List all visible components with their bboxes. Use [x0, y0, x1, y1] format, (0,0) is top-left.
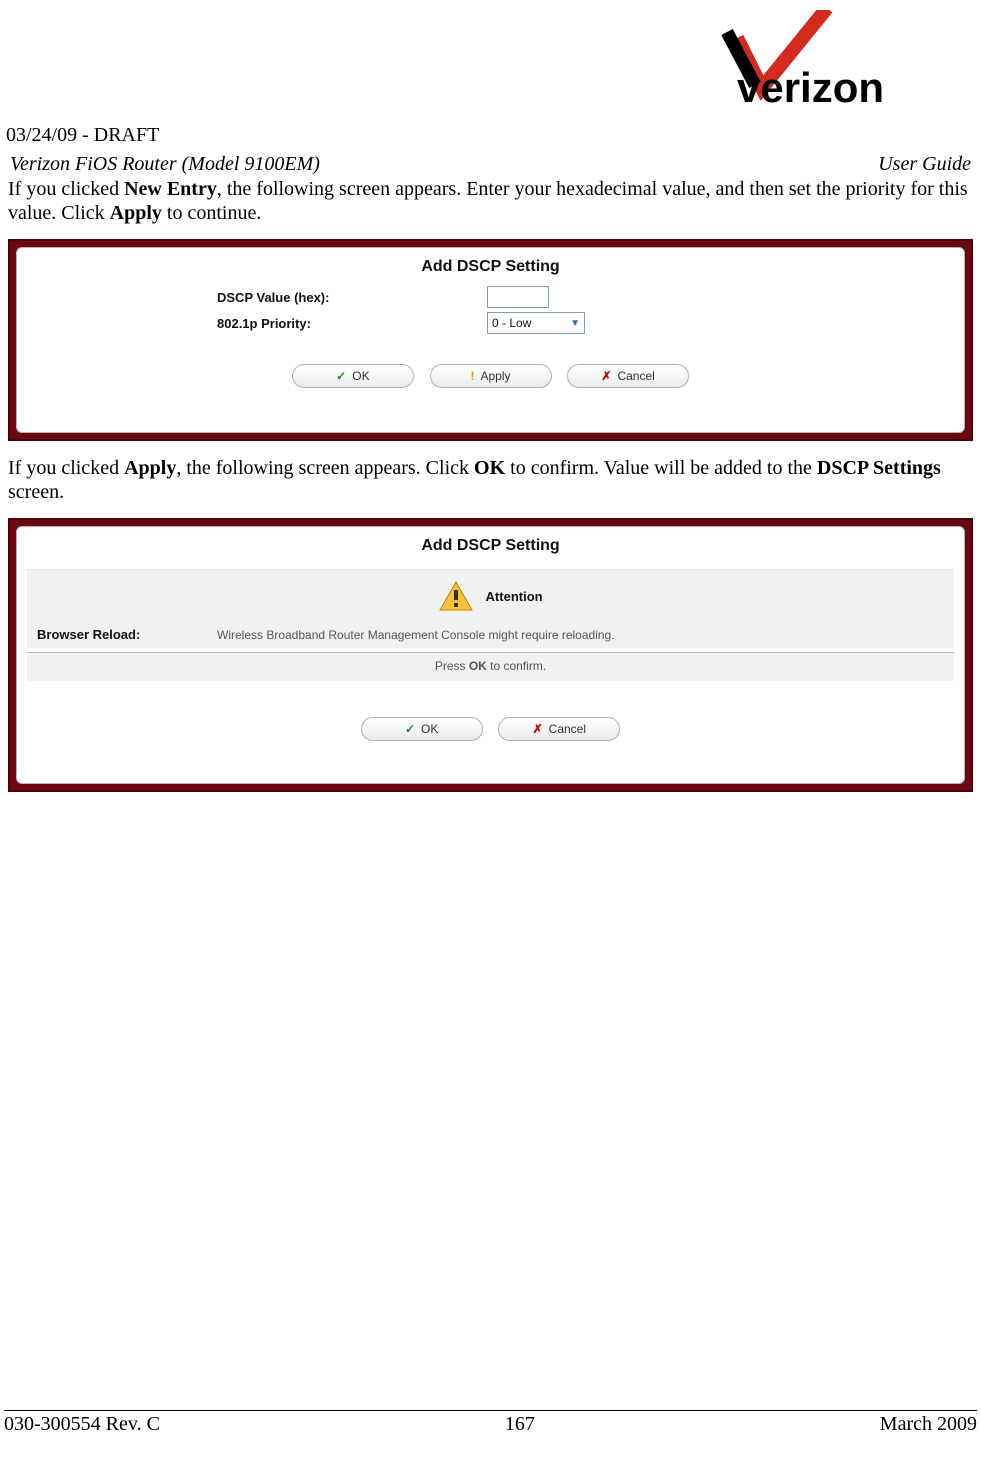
- logo-area: verizon: [4, 0, 977, 120]
- screenshot-add-dscp: Add DSCP Setting DSCP Value (hex): 802.1…: [8, 239, 973, 441]
- browser-reload-label: Browser Reload:: [37, 627, 217, 642]
- text: screen.: [8, 481, 64, 503]
- page-footer: 030-300554 Rev. C 167 March 2009: [4, 1410, 977, 1436]
- footer-docnum: 030-300554 Rev. C: [4, 1413, 160, 1436]
- text-bold: DSCP Settings: [817, 457, 941, 479]
- text: Press: [435, 659, 469, 673]
- dscp-value-label: DSCP Value (hex):: [17, 290, 477, 305]
- logo-text: verizon: [737, 64, 884, 110]
- footer-pagenum: 167: [505, 1413, 535, 1436]
- priority-select-value: 0 - Low: [492, 316, 531, 330]
- dscp-value-input[interactable]: [487, 286, 549, 308]
- x-icon: ✗: [533, 722, 543, 736]
- chevron-down-icon: ▼: [570, 318, 580, 329]
- text-bold: Apply: [124, 457, 176, 479]
- exclamation-icon: !: [470, 369, 474, 383]
- screenshot-confirm-dscp: Add DSCP Setting Attention Browser Reloa…: [8, 518, 973, 792]
- priority-select[interactable]: 0 - Low ▼: [487, 312, 585, 334]
- ok-button[interactable]: ✓ OK: [292, 364, 414, 388]
- text: If you clicked: [8, 178, 124, 200]
- x-icon: ✗: [601, 369, 611, 383]
- panel-title: Add DSCP Setting: [17, 527, 964, 563]
- text-bold: New Entry: [124, 178, 217, 200]
- ok-button[interactable]: ✓ OK: [361, 717, 483, 741]
- confirm-instruction: Press OK to confirm.: [27, 653, 954, 681]
- attention-label: Attention: [486, 589, 543, 604]
- doc-header: Verizon FiOS Router (Model 9100EM) User …: [4, 153, 977, 176]
- apply-button[interactable]: ! Apply: [430, 364, 552, 388]
- button-label: Cancel: [617, 369, 654, 383]
- cancel-button[interactable]: ✗ Cancel: [498, 717, 620, 741]
- text: , the following screen appears. Click: [176, 457, 474, 479]
- text: If you clicked: [8, 457, 124, 479]
- button-label: Apply: [480, 369, 510, 383]
- priority-label: 802.1p Priority:: [17, 316, 477, 331]
- paragraph-2: If you clicked Apply, the following scre…: [4, 457, 977, 504]
- cancel-button[interactable]: ✗ Cancel: [567, 364, 689, 388]
- text: to continue.: [162, 202, 261, 224]
- text: to confirm.: [487, 659, 546, 673]
- doc-title-left: Verizon FiOS Router (Model 9100EM): [10, 153, 320, 176]
- check-icon: ✓: [405, 722, 415, 736]
- warning-icon: [438, 580, 474, 615]
- button-label: Cancel: [549, 722, 586, 736]
- footer-date: March 2009: [880, 1413, 977, 1436]
- check-icon: ✓: [336, 369, 346, 383]
- paragraph-1: If you clicked New Entry, the following …: [4, 178, 977, 225]
- text-bold: Apply: [110, 202, 162, 224]
- text-bold: OK: [474, 457, 505, 479]
- browser-reload-msg: Wireless Broadband Router Management Con…: [217, 628, 944, 642]
- text-bold: OK: [469, 659, 487, 673]
- text: to confirm. Value will be added to the: [505, 457, 817, 479]
- doc-title-right: User Guide: [878, 153, 971, 176]
- button-label: OK: [352, 369, 369, 383]
- button-label: OK: [421, 722, 438, 736]
- draft-stamp: 03/24/09 - DRAFT: [4, 124, 977, 147]
- verizon-logo: verizon: [697, 10, 947, 116]
- panel-title: Add DSCP Setting: [17, 248, 964, 284]
